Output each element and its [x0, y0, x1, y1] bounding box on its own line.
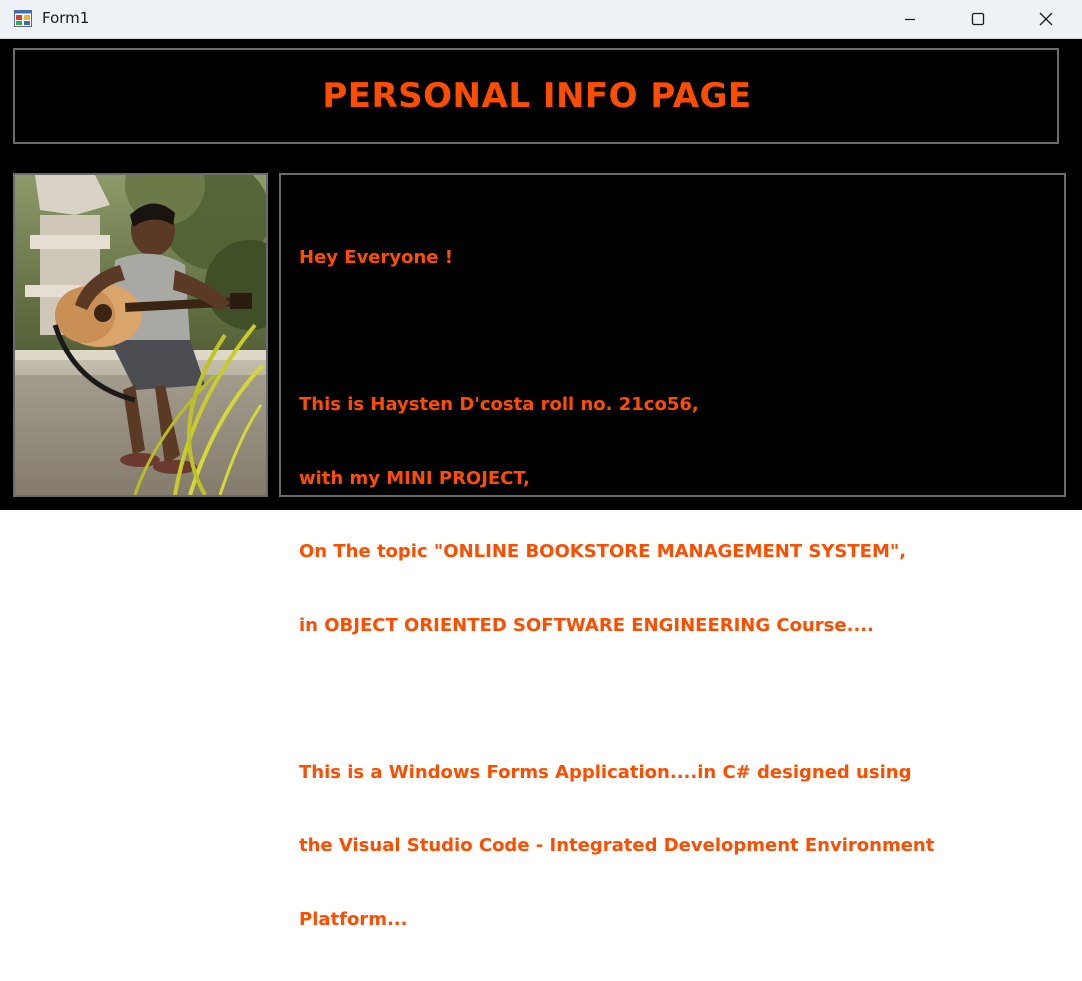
form-client-area: PERSONAL INFO PAGE Hey Everyone ! This i…	[0, 39, 1082, 930]
info-line: the Visual Studio Code - Integrated Deve…	[299, 835, 935, 856]
info-line: in OBJECT ORIENTED SOFTWARE ENGINEERING …	[299, 614, 874, 636]
header-panel: PERSONAL INFO PAGE	[13, 48, 1059, 144]
close-icon	[1039, 12, 1053, 26]
info-line	[299, 687, 934, 712]
profile-photo	[13, 173, 268, 497]
info-line: This is a Windows Forms Application....i…	[299, 761, 912, 783]
close-button[interactable]	[1012, 0, 1080, 38]
maximize-icon	[971, 12, 985, 26]
page-title: PERSONAL INFO PAGE	[322, 76, 752, 116]
title-bar[interactable]: Form1	[0, 0, 1082, 39]
info-line: Hey Everyone !	[299, 247, 453, 268]
window-title: Form1	[42, 9, 90, 27]
guitarist-photo-illustration	[15, 175, 266, 495]
info-line: with my MINI PROJECT,	[299, 467, 530, 489]
info-line	[299, 320, 934, 345]
maximize-button[interactable]	[944, 0, 1012, 38]
info-line: On The topic "ONLINE BOOKSTORE MANAGEMEN…	[299, 541, 907, 562]
minimize-icon	[904, 13, 916, 25]
minimize-button[interactable]	[876, 0, 944, 38]
info-panel: Hey Everyone ! This is Haysten D'costa r…	[279, 173, 1066, 930]
app-icon[interactable]	[14, 10, 32, 27]
info-line: This is Haysten D'costa roll no. 21co56,	[299, 394, 699, 415]
info-text: Hey Everyone ! This is Haysten D'costa r…	[299, 197, 934, 981]
info-line: Platform...	[299, 908, 408, 930]
